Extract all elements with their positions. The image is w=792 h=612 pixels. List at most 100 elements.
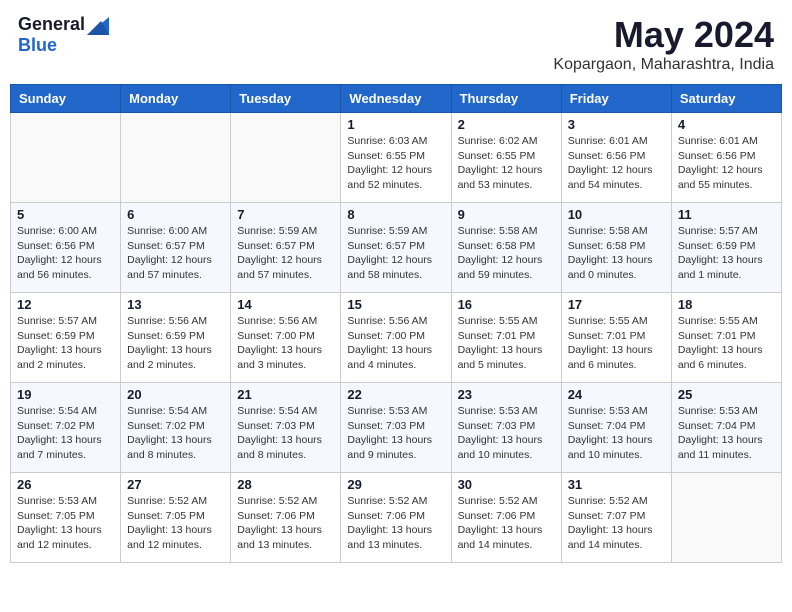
day-info: Sunrise: 5:52 AMSunset: 7:06 PMDaylight:…	[458, 494, 555, 553]
calendar-cell: 27 Sunrise: 5:52 AMSunset: 7:05 PMDayligh…	[121, 473, 231, 563]
day-number: 22	[347, 387, 444, 402]
day-number: 26	[17, 477, 114, 492]
day-number: 8	[347, 207, 444, 222]
day-info: Sunrise: 5:52 AMSunset: 7:05 PMDaylight:…	[127, 494, 224, 553]
calendar-cell	[121, 113, 231, 203]
location-title: Kopargaon, Maharashtra, India	[553, 56, 774, 74]
title-area: May 2024 Kopargaon, Maharashtra, India	[553, 14, 774, 74]
day-info: Sunrise: 5:54 AMSunset: 7:03 PMDaylight:…	[237, 404, 334, 463]
day-info: Sunrise: 5:53 AMSunset: 7:04 PMDaylight:…	[568, 404, 665, 463]
day-number: 18	[678, 297, 775, 312]
calendar-cell: 13Sunrise: 5:56 AMSunset: 6:59 PMDayligh…	[121, 293, 231, 383]
calendar-cell: 7 Sunrise: 5:59 AMSunset: 6:57 PMDaylight…	[231, 203, 341, 293]
calendar-cell: 24 Sunrise: 5:53 AMSunset: 7:04 PMDayligh…	[561, 383, 671, 473]
day-info: Sunrise: 5:53 AMSunset: 7:03 PMDaylight:…	[458, 404, 555, 463]
day-info: Sunrise: 5:57 AMSunset: 6:59 PMDaylight:…	[678, 224, 775, 283]
calendar-cell: 12Sunrise: 5:57 AMSunset: 6:59 PMDayligh…	[11, 293, 121, 383]
day-number: 1	[347, 117, 444, 132]
day-number: 5	[17, 207, 114, 222]
day-info: Sunrise: 6:03 AMSunset: 6:55 PMDaylight:…	[347, 134, 444, 193]
calendar-week-3: 12Sunrise: 5:57 AMSunset: 6:59 PMDayligh…	[11, 293, 782, 383]
calendar-cell: 5Sunrise: 6:00 AMSunset: 6:56 PMDaylight…	[11, 203, 121, 293]
calendar-cell: 28 Sunrise: 5:52 AMSunset: 7:06 PMDayligh…	[231, 473, 341, 563]
day-number: 2	[458, 117, 555, 132]
day-info: Sunrise: 5:55 AMSunset: 7:01 PMDaylight:…	[678, 314, 775, 373]
calendar-cell: 18 Sunrise: 5:55 AMSunset: 7:01 PMDayligh…	[671, 293, 781, 383]
day-number: 6	[127, 207, 224, 222]
calendar-cell	[11, 113, 121, 203]
day-info: Sunrise: 5:58 AMSunset: 6:58 PMDaylight:…	[568, 224, 665, 283]
calendar-cell: 30 Sunrise: 5:52 AMSunset: 7:06 PMDayligh…	[451, 473, 561, 563]
day-number: 19	[17, 387, 114, 402]
calendar-cell: 10 Sunrise: 5:58 AMSunset: 6:58 PMDayligh…	[561, 203, 671, 293]
day-number: 29	[347, 477, 444, 492]
weekday-header-monday: Monday	[121, 85, 231, 113]
calendar-cell: 31 Sunrise: 5:52 AMSunset: 7:07 PMDayligh…	[561, 473, 671, 563]
day-info: Sunrise: 5:52 AMSunset: 7:07 PMDaylight:…	[568, 494, 665, 553]
calendar-cell: 6 Sunrise: 6:00 AMSunset: 6:57 PMDaylight…	[121, 203, 231, 293]
calendar-cell: 14 Sunrise: 5:56 AMSunset: 7:00 PMDayligh…	[231, 293, 341, 383]
day-number: 20	[127, 387, 224, 402]
day-number: 17	[568, 297, 665, 312]
calendar-week-4: 19Sunrise: 5:54 AMSunset: 7:02 PMDayligh…	[11, 383, 782, 473]
day-number: 4	[678, 117, 775, 132]
day-number: 23	[458, 387, 555, 402]
day-info: Sunrise: 6:01 AMSunset: 6:56 PMDaylight:…	[678, 134, 775, 193]
calendar-body: 1 Sunrise: 6:03 AMSunset: 6:55 PMDaylight…	[11, 113, 782, 563]
day-number: 7	[237, 207, 334, 222]
day-info: Sunrise: 5:59 AMSunset: 6:57 PMDaylight:…	[237, 224, 334, 283]
logo-icon	[87, 17, 109, 35]
calendar-cell: 3Sunrise: 6:01 AMSunset: 6:56 PMDaylight…	[561, 113, 671, 203]
day-info: Sunrise: 5:56 AMSunset: 7:00 PMDaylight:…	[237, 314, 334, 373]
day-info: Sunrise: 5:59 AMSunset: 6:57 PMDaylight:…	[347, 224, 444, 283]
day-info: Sunrise: 5:56 AMSunset: 6:59 PMDaylight:…	[127, 314, 224, 373]
weekday-header-wednesday: Wednesday	[341, 85, 451, 113]
day-number: 31	[568, 477, 665, 492]
calendar-cell: 25 Sunrise: 5:53 AMSunset: 7:04 PMDayligh…	[671, 383, 781, 473]
calendar-cell: 21Sunrise: 5:54 AMSunset: 7:03 PMDayligh…	[231, 383, 341, 473]
calendar-header-row: SundayMondayTuesdayWednesdayThursdayFrid…	[11, 85, 782, 113]
day-info: Sunrise: 5:55 AMSunset: 7:01 PMDaylight:…	[458, 314, 555, 373]
weekday-header-tuesday: Tuesday	[231, 85, 341, 113]
calendar-week-2: 5Sunrise: 6:00 AMSunset: 6:56 PMDaylight…	[11, 203, 782, 293]
calendar-week-1: 1 Sunrise: 6:03 AMSunset: 6:55 PMDaylight…	[11, 113, 782, 203]
day-number: 25	[678, 387, 775, 402]
calendar-cell: 22 Sunrise: 5:53 AMSunset: 7:03 PMDayligh…	[341, 383, 451, 473]
calendar-cell: 9 Sunrise: 5:58 AMSunset: 6:58 PMDaylight…	[451, 203, 561, 293]
calendar-table: SundayMondayTuesdayWednesdayThursdayFrid…	[10, 84, 782, 563]
day-info: Sunrise: 5:53 AMSunset: 7:05 PMDaylight:…	[17, 494, 114, 553]
day-info: Sunrise: 5:56 AMSunset: 7:00 PMDaylight:…	[347, 314, 444, 373]
month-title: May 2024	[553, 14, 774, 56]
page-header: General Blue May 2024 Kopargaon, Maharas…	[10, 10, 782, 78]
day-info: Sunrise: 5:52 AMSunset: 7:06 PMDaylight:…	[237, 494, 334, 553]
day-info: Sunrise: 6:00 AMSunset: 6:57 PMDaylight:…	[127, 224, 224, 283]
calendar-cell: 17 Sunrise: 5:55 AMSunset: 7:01 PMDayligh…	[561, 293, 671, 383]
calendar-cell	[231, 113, 341, 203]
logo-blue-text: Blue	[18, 35, 57, 56]
weekday-header-friday: Friday	[561, 85, 671, 113]
day-number: 30	[458, 477, 555, 492]
day-info: Sunrise: 6:02 AMSunset: 6:55 PMDaylight:…	[458, 134, 555, 193]
day-number: 27	[127, 477, 224, 492]
day-number: 10	[568, 207, 665, 222]
day-number: 28	[237, 477, 334, 492]
calendar-week-5: 26 Sunrise: 5:53 AMSunset: 7:05 PMDayligh…	[11, 473, 782, 563]
logo-general-text: General	[18, 14, 85, 35]
day-number: 14	[237, 297, 334, 312]
day-info: Sunrise: 5:53 AMSunset: 7:04 PMDaylight:…	[678, 404, 775, 463]
calendar-cell: 1 Sunrise: 6:03 AMSunset: 6:55 PMDaylight…	[341, 113, 451, 203]
calendar-cell: 20Sunrise: 5:54 AMSunset: 7:02 PMDayligh…	[121, 383, 231, 473]
day-info: Sunrise: 5:55 AMSunset: 7:01 PMDaylight:…	[568, 314, 665, 373]
day-info: Sunrise: 5:57 AMSunset: 6:59 PMDaylight:…	[17, 314, 114, 373]
calendar-cell: 8 Sunrise: 5:59 AMSunset: 6:57 PMDaylight…	[341, 203, 451, 293]
calendar-cell: 19Sunrise: 5:54 AMSunset: 7:02 PMDayligh…	[11, 383, 121, 473]
day-number: 24	[568, 387, 665, 402]
day-number: 9	[458, 207, 555, 222]
day-number: 3	[568, 117, 665, 132]
calendar-cell: 29Sunrise: 5:52 AMSunset: 7:06 PMDayligh…	[341, 473, 451, 563]
calendar-cell	[671, 473, 781, 563]
day-info: Sunrise: 5:58 AMSunset: 6:58 PMDaylight:…	[458, 224, 555, 283]
day-info: Sunrise: 5:53 AMSunset: 7:03 PMDaylight:…	[347, 404, 444, 463]
calendar-cell: 23 Sunrise: 5:53 AMSunset: 7:03 PMDayligh…	[451, 383, 561, 473]
calendar-cell: 26 Sunrise: 5:53 AMSunset: 7:05 PMDayligh…	[11, 473, 121, 563]
